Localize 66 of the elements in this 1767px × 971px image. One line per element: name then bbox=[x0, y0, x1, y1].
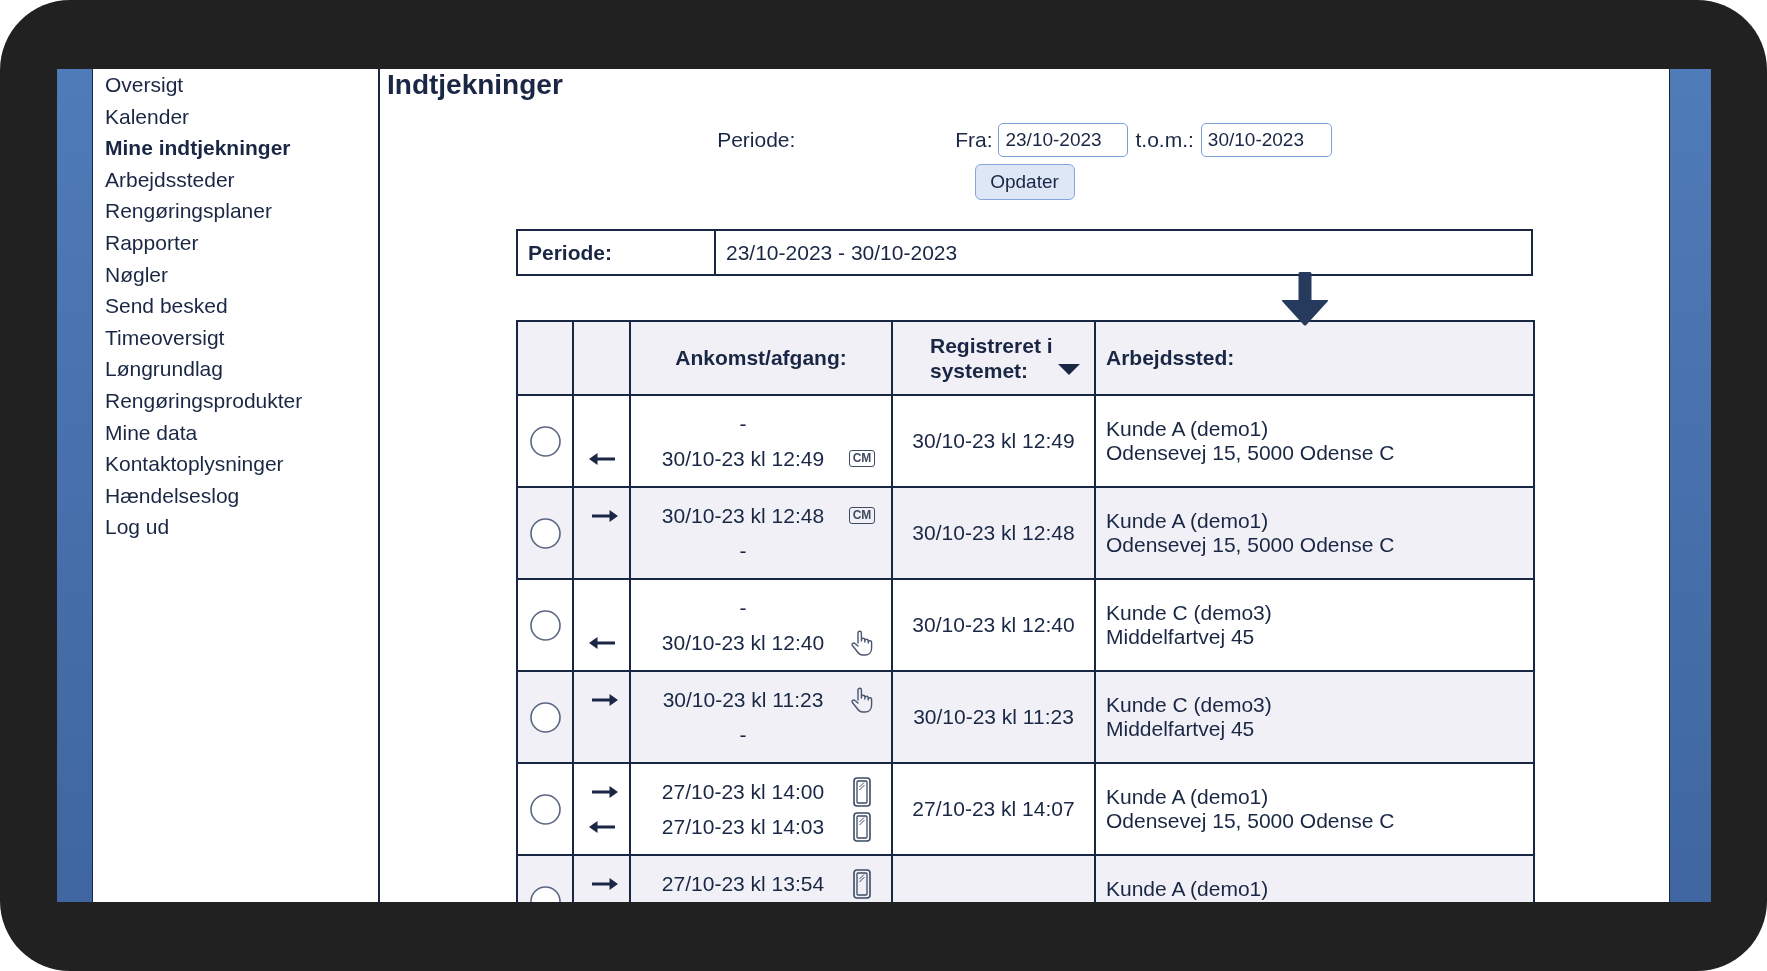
source-tag: CM bbox=[848, 450, 876, 467]
workplace-address: Odensevej 15, 5000 Odense C bbox=[1106, 441, 1395, 465]
radio-button[interactable] bbox=[529, 702, 561, 734]
column-header: Ankomst/afgang: bbox=[675, 346, 847, 370]
page-title: Indtjekninger bbox=[386, 69, 563, 101]
to-label: t.o.m.: bbox=[1135, 127, 1194, 154]
event-time: 30/10-23 kl 12:48 bbox=[661, 503, 825, 527]
event-time: 27/10-23 kl 14:03 bbox=[661, 814, 825, 838]
event-time: - bbox=[739, 411, 747, 435]
nav-link[interactable]: Send besked bbox=[105, 290, 228, 322]
nav-link[interactable]: Rengøringsplaner bbox=[105, 195, 272, 227]
phone-icon bbox=[853, 776, 871, 807]
event-time: - bbox=[739, 722, 747, 746]
registered-time: 30/10-23 kl 12:40 bbox=[912, 613, 1075, 637]
event-time: 27/10-23 kl 13:54 bbox=[661, 871, 825, 895]
nav-link[interactable]: Mine indtjekninger bbox=[105, 132, 291, 164]
nav-link[interactable]: Kontaktoplysninger bbox=[105, 448, 284, 480]
event-time: 27/10-23 kl 14:00 bbox=[661, 779, 825, 803]
radio-button[interactable] bbox=[529, 794, 561, 826]
event-time: - bbox=[739, 538, 747, 562]
workplace-name: Kunde C (demo3) bbox=[1106, 693, 1272, 717]
nav-link[interactable]: Nøgler bbox=[105, 258, 168, 291]
event-time: 30/10-23 kl 12:40 bbox=[661, 630, 825, 654]
period-value: 23/10-2023 - 30/10-2023 bbox=[726, 239, 958, 266]
nav-link[interactable]: Mine data bbox=[105, 416, 198, 449]
registered-time: 30/10-23 kl 12:48 bbox=[912, 521, 1075, 545]
workplace-address: Middelfartvej 45 bbox=[1106, 717, 1255, 741]
workplace-name: Kunde A (demo1) bbox=[1106, 417, 1269, 441]
nav-link[interactable]: Hændelseslog bbox=[105, 479, 240, 512]
to-date-field[interactable]: 30/10-2023 bbox=[1200, 123, 1332, 157]
registered-time: 30/10-23 kl 11:23 bbox=[913, 705, 1074, 729]
event-time: 30/10-23 kl 12:49 bbox=[661, 446, 825, 470]
hand-pointer-icon bbox=[851, 629, 873, 656]
workplace-address: Odensevej 15, 5000 Odense C bbox=[1106, 809, 1395, 833]
nav-link[interactable]: Oversigt bbox=[105, 69, 184, 101]
phone-icon bbox=[853, 811, 871, 842]
registered-time: 30/10-23 kl 12:49 bbox=[912, 429, 1075, 453]
filter-label: Periode: bbox=[717, 128, 796, 152]
arrow-down-icon bbox=[1281, 272, 1329, 326]
workplace-address: Middelfartvej 45 bbox=[1106, 625, 1255, 649]
workplace-name: Kunde A (demo1) bbox=[1106, 509, 1269, 533]
nav-link[interactable]: Rapporter bbox=[105, 226, 199, 259]
event-time: 30/10-23 kl 11:23 bbox=[662, 687, 824, 711]
hand-pointer-icon bbox=[851, 686, 873, 713]
radio-button[interactable] bbox=[529, 610, 561, 642]
from-label: Fra: bbox=[955, 127, 993, 154]
workplace-name: Kunde A (demo1) bbox=[1106, 877, 1269, 901]
workplace-address: Odensevej 15, 5000 Odense C bbox=[1106, 533, 1395, 557]
radio-button[interactable] bbox=[529, 426, 561, 458]
nav-link[interactable]: Arbejdssteder bbox=[105, 163, 235, 196]
column-header: Arbejdssted: bbox=[1106, 346, 1235, 370]
radio-button[interactable] bbox=[529, 518, 561, 550]
update-button[interactable]: Opdater bbox=[974, 164, 1075, 200]
source-tag: CM bbox=[848, 507, 876, 524]
nav-link[interactable]: Løngrundlag bbox=[105, 353, 223, 385]
nav-link[interactable]: Timeoversigt bbox=[105, 321, 225, 354]
workplace-name: Kunde A (demo1) bbox=[1106, 785, 1269, 809]
period-label: Periode: bbox=[528, 239, 613, 266]
event-time: - bbox=[739, 595, 747, 619]
phone-icon bbox=[853, 868, 871, 899]
registered-time: 27/10-23 kl 14:07 bbox=[912, 797, 1075, 821]
workplace-name: Kunde C (demo3) bbox=[1106, 601, 1272, 625]
from-date-field[interactable]: 23/10-2023 bbox=[998, 123, 1129, 157]
nav-link[interactable]: Kalender bbox=[105, 100, 190, 133]
nav-link[interactable]: Rengøringsprodukter bbox=[105, 384, 303, 417]
nav-link[interactable]: Log ud bbox=[105, 511, 170, 543]
